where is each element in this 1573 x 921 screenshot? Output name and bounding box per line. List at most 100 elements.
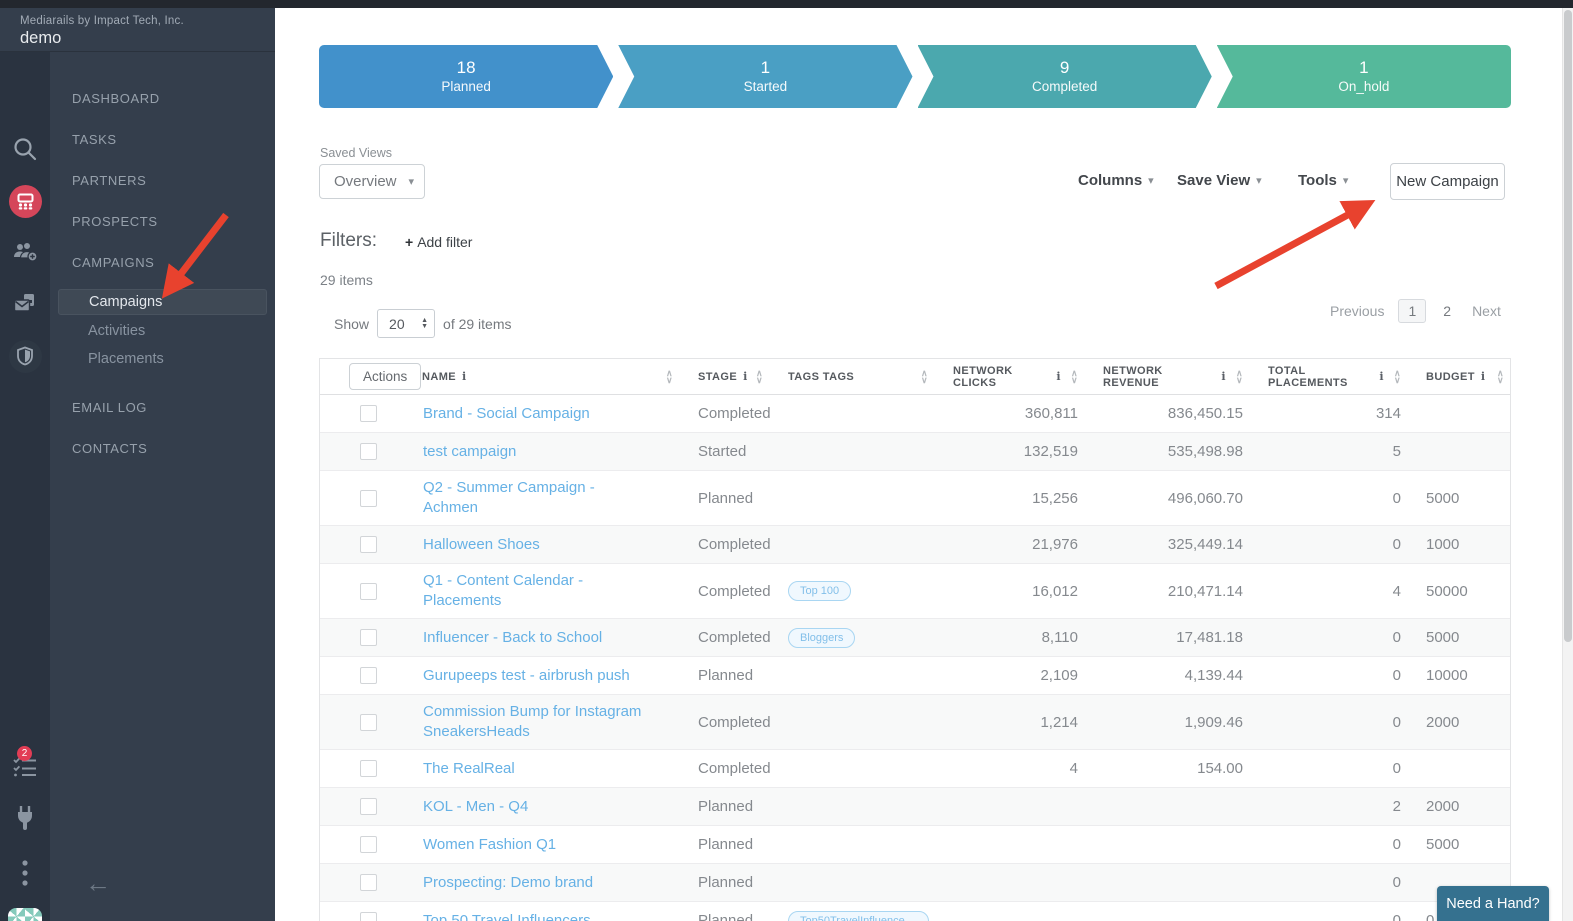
row-checkbox[interactable]: [360, 629, 377, 646]
funnel-stage-planned[interactable]: 18Planned: [319, 45, 613, 108]
info-icon[interactable]: i: [1481, 370, 1486, 383]
table-row: Influencer - Back to SchoolCompletedBlog…: [320, 619, 1510, 657]
previous-page-button[interactable]: Previous: [1330, 303, 1384, 319]
row-checkbox[interactable]: [360, 912, 377, 921]
sidebar-item-dashboard[interactable]: DASHBOARD: [50, 78, 275, 119]
name-cell: test campaign: [405, 435, 681, 469]
campaign-name-link[interactable]: Q2 - Summer Campaign - Achmen: [423, 478, 651, 518]
tools-dropdown[interactable]: Tools ▾: [1298, 172, 1348, 189]
campaign-name-link[interactable]: Top 50 Travel Influencers: [423, 911, 591, 921]
sort-icon[interactable]: ∧∨: [1394, 370, 1401, 384]
network-clicks-cell: 360,811: [936, 405, 1086, 422]
sidebar: Mediarails by Impact Tech, Inc. demo: [0, 8, 275, 921]
info-icon[interactable]: i: [1379, 370, 1384, 383]
funnel-stage-completed[interactable]: 9Completed: [918, 45, 1212, 108]
sort-icon[interactable]: ∧∨: [1071, 370, 1078, 384]
help-button[interactable]: Need a Hand?: [1437, 886, 1549, 921]
row-checkbox[interactable]: [360, 536, 377, 553]
sidebar-item-contacts[interactable]: CONTACTS: [50, 428, 275, 469]
more-ellipsis-icon[interactable]: [0, 858, 50, 888]
network-clicks-cell: 2,109: [936, 667, 1086, 684]
columns-dropdown[interactable]: Columns ▾: [1078, 172, 1154, 189]
row-checkbox[interactable]: [360, 405, 377, 422]
page-size-select[interactable]: 20 ▲▼: [377, 309, 435, 338]
sort-icon[interactable]: ∧∨: [921, 370, 928, 384]
row-checkbox[interactable]: [360, 874, 377, 891]
scrollbar-thumb[interactable]: [1564, 10, 1572, 642]
campaign-name-link[interactable]: Commission Bump for Instagram SneakersHe…: [423, 702, 651, 742]
sidebar-item-tasks[interactable]: TASKS: [50, 119, 275, 160]
new-campaign-button[interactable]: New Campaign: [1390, 163, 1505, 200]
table-row: Women Fashion Q1Planned05000: [320, 826, 1510, 864]
campaign-name-link[interactable]: KOL - Men - Q4: [423, 797, 528, 817]
campaign-name-link[interactable]: Brand - Social Campaign: [423, 404, 590, 424]
collapse-sidebar-icon[interactable]: ←: [85, 868, 111, 899]
campaign-name-link[interactable]: Gurupeeps test - airbrush push: [423, 666, 630, 686]
stage-count: 1: [761, 58, 770, 78]
sort-icon[interactable]: ∧∨: [756, 370, 763, 384]
add-filter-button[interactable]: +Add filter: [405, 234, 472, 250]
sidebar-item-partners[interactable]: PARTNERS: [50, 160, 275, 201]
info-icon[interactable]: i: [743, 370, 748, 383]
sidebar-item-prospects[interactable]: PROSPECTS: [50, 201, 275, 242]
row-checkbox[interactable]: [360, 836, 377, 853]
table-row: Prospecting: Demo brandPlanned0: [320, 864, 1510, 902]
campaign-name-link[interactable]: Halloween Shoes: [423, 535, 540, 555]
scrollbar-track: [1562, 8, 1573, 921]
total-placements-cell: 0: [1251, 714, 1409, 731]
funnel-stage-started[interactable]: 1Started: [618, 45, 912, 108]
campaign-name-link[interactable]: Q1 - Content Calendar - Placements: [423, 571, 651, 611]
prospects-people-icon[interactable]: [0, 237, 50, 267]
saved-views-label: Saved Views: [320, 146, 392, 160]
campaign-name-link[interactable]: Prospecting: Demo brand: [423, 873, 593, 893]
campaign-name-link[interactable]: Women Fashion Q1: [423, 835, 556, 855]
row-checkbox[interactable]: [360, 667, 377, 684]
email-icon[interactable]: [0, 289, 50, 319]
tag-badge[interactable]: Top50TravelInfluence ...: [788, 911, 929, 921]
shield-icon[interactable]: [0, 339, 50, 373]
stage-label: Completed: [1032, 78, 1097, 95]
sort-icon[interactable]: ∧∨: [1236, 370, 1243, 384]
campaign-name-link[interactable]: The RealReal: [423, 759, 515, 779]
row-checkbox[interactable]: [360, 490, 377, 507]
checkbox-cell: [320, 667, 405, 684]
funnel-stage-on-hold[interactable]: 1On_hold: [1217, 45, 1511, 108]
next-page-button[interactable]: Next: [1472, 303, 1501, 319]
row-checkbox[interactable]: [360, 714, 377, 731]
row-checkbox[interactable]: [360, 583, 377, 600]
pagination: Previous 1 2 Next: [1330, 299, 1501, 323]
total-placements-cell: 5: [1251, 443, 1409, 460]
campaign-name-link[interactable]: test campaign: [423, 442, 516, 462]
save-view-dropdown[interactable]: Save View ▾: [1177, 172, 1262, 189]
info-icon[interactable]: i: [462, 370, 467, 383]
stage-cell: Completed: [681, 760, 771, 777]
tasks-checklist-icon[interactable]: 2: [0, 750, 50, 780]
sort-icon[interactable]: ∧∨: [1497, 370, 1504, 384]
saved-views-select[interactable]: Overview ▾: [319, 164, 425, 199]
caret-down-icon: ▾: [408, 175, 414, 188]
tag-badge[interactable]: Top 100: [788, 581, 851, 601]
info-icon[interactable]: i: [1056, 370, 1061, 383]
tag-badge[interactable]: Bloggers: [788, 628, 855, 648]
sidebar-item-campaigns[interactable]: Campaigns: [58, 289, 267, 315]
user-avatar[interactable]: [0, 905, 50, 921]
search-icon[interactable]: [0, 134, 50, 164]
budget-cell: 5000: [1409, 629, 1512, 646]
row-checkbox[interactable]: [360, 443, 377, 460]
row-checkbox[interactable]: [360, 760, 377, 777]
page-button-1[interactable]: 1: [1398, 299, 1426, 323]
info-icon[interactable]: i: [1221, 370, 1226, 383]
row-checkbox[interactable]: [360, 798, 377, 815]
integrations-plug-icon[interactable]: [0, 803, 50, 833]
campaign-name-link[interactable]: Influencer - Back to School: [423, 628, 602, 648]
page-button-2[interactable]: 2: [1443, 303, 1451, 319]
sidebar-item-campaigns[interactable]: CAMPAIGNS: [50, 242, 275, 283]
sidebar-item-placements[interactable]: Placements: [50, 345, 275, 373]
sidebar-item-email-log[interactable]: EMAIL LOG: [50, 387, 275, 428]
caret-down-icon: ▾: [1343, 174, 1349, 187]
campaigns-board-icon[interactable]: [0, 184, 50, 218]
network-clicks-cell: 21,976: [936, 536, 1086, 553]
sort-icon[interactable]: ∧∨: [666, 370, 673, 384]
sidebar-item-activities[interactable]: Activities: [50, 317, 275, 345]
total-placements-cell: 0: [1251, 874, 1409, 891]
